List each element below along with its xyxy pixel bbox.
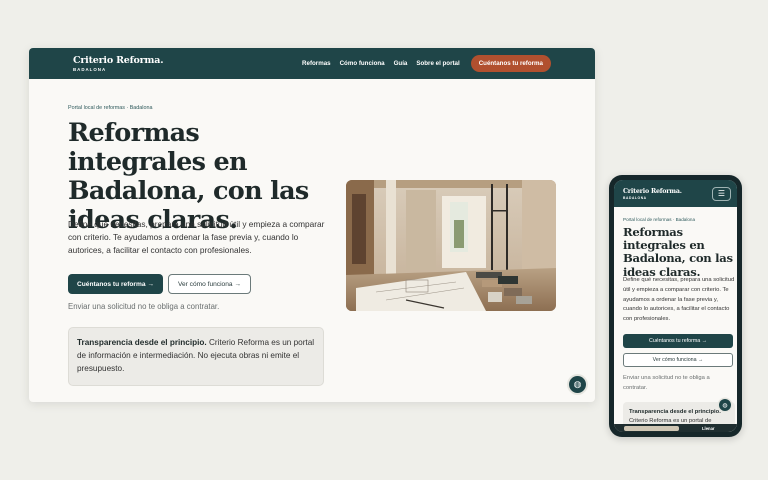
desktop-navbar: Criterio Reforma. BADALONA Reformas Cómo… — [29, 48, 595, 79]
primary-cta-button[interactable]: Cuéntanos tu reforma → — [68, 274, 163, 294]
cookie-settings-button[interactable] — [624, 425, 679, 431]
mobile-secondary-cta-button[interactable]: Ver cómo funciona → — [623, 353, 733, 367]
nav-link-guia[interactable]: Guía — [394, 60, 408, 67]
mobile-hero-eyebrow: Portal local de reformas · Badalona — [623, 217, 696, 222]
cookie-icon[interactable]: ◍ — [569, 376, 586, 393]
mobile-brand-city: BADALONA — [623, 195, 647, 200]
cookie-accept-button[interactable]: Llenar — [702, 426, 715, 431]
hero-paragraph: Define qué necesitas, prepara una solici… — [68, 219, 325, 255]
transparency-box: Transparencia desde el principio. Criter… — [68, 327, 324, 386]
hamburger-menu-icon[interactable]: ☰ — [712, 186, 731, 201]
desktop-mockup: Criterio Reforma. BADALONA Reformas Cómo… — [29, 48, 595, 402]
brand-city: BADALONA — [73, 67, 107, 72]
transparency-title: Transparencia desde el principio. — [77, 338, 207, 347]
no-obligation-note: Enviar una solicitud no te obliga a cont… — [68, 302, 220, 311]
mobile-hero-title: Reformas integrales en Badalona, con las… — [623, 225, 733, 279]
mobile-primary-cta-button[interactable]: Cuéntanos tu reforma → — [623, 334, 733, 348]
mobile-hero-paragraph: Define qué necesitas, prepara una solici… — [623, 277, 735, 323]
hero-eyebrow: Portal local de reformas · Badalona — [68, 105, 153, 111]
nav-links: Reformas Cómo funciona Guía Sobre el por… — [293, 55, 551, 72]
nav-link-reformas[interactable]: Reformas — [302, 60, 331, 67]
mobile-cookie-banner: Llenar — [614, 424, 737, 432]
brand-logo[interactable]: Criterio Reforma. BADALONA — [73, 55, 164, 72]
mobile-cookie-icon[interactable]: ◍ — [719, 399, 731, 411]
mobile-transparency-title: Transparencia desde el principio. — [629, 409, 721, 415]
hero-buttons: Cuéntanos tu reforma → Ver cómo funciona… — [68, 274, 251, 294]
mobile-navbar: Criterio Reforma. BADALONA ☰ — [614, 180, 737, 207]
mobile-screen: Criterio Reforma. BADALONA ☰ Portal loca… — [614, 180, 737, 432]
mobile-no-obligation-note: Enviar una solicitud no te obliga a cont… — [623, 375, 710, 391]
nav-link-sobre-el-portal[interactable]: Sobre el portal — [416, 60, 459, 67]
mobile-brand-name: Criterio Reforma. — [623, 187, 682, 195]
nav-link-como-funciona[interactable]: Cómo funciona — [340, 60, 385, 67]
brand-name: Criterio Reforma. — [73, 55, 164, 66]
nav-cta-button[interactable]: Cuéntanos tu reforma — [470, 55, 551, 72]
hero-interior-photo — [346, 180, 556, 311]
mobile-brand-logo[interactable]: Criterio Reforma. BADALONA — [623, 188, 682, 200]
mobile-mockup: Criterio Reforma. BADALONA ☰ Portal loca… — [609, 175, 742, 437]
secondary-cta-button[interactable]: Ver cómo funciona → — [167, 274, 251, 294]
